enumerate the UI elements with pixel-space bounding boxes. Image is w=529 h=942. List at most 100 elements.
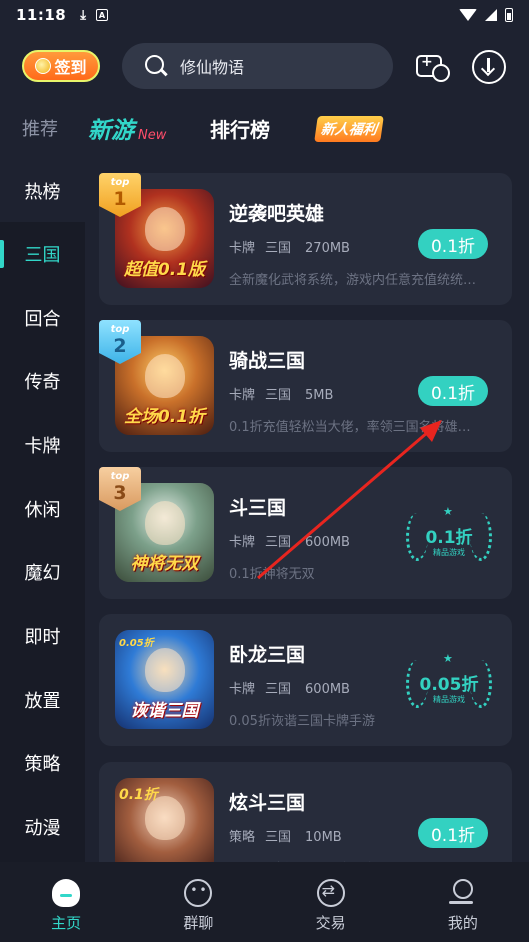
game-genre: 卡牌 — [229, 241, 256, 256]
star-icon: ★ — [443, 652, 453, 665]
sidenav-item-casual[interactable]: 休闲 — [0, 477, 85, 540]
sidenav-item-strategy[interactable]: 策略 — [0, 731, 85, 794]
cover-text: 诙谐三国 — [130, 701, 199, 721]
game-category: 三国 — [265, 388, 292, 403]
game-size: 10MB — [305, 830, 342, 845]
rank-badge-label: top — [110, 324, 130, 335]
discount-wreath-badge[interactable]: ★ 0.1折 精品游戏 — [404, 505, 494, 569]
wifi-icon — [459, 9, 477, 21]
search-text: 修仙物语 — [180, 58, 245, 77]
game-name: 骑战三国 — [229, 350, 306, 372]
clock-icon — [432, 64, 450, 82]
sidenav-item-hot[interactable]: 热榜 — [0, 159, 85, 222]
game-card[interactable]: 诙谐三国 0.05折 卧龙三国 卡牌 三国 600MB 0.05折诙谐三国卡牌手游 … — [99, 614, 512, 746]
game-category: 三国 — [265, 241, 292, 256]
game-category: 三国 — [265, 830, 292, 845]
game-card[interactable]: 超值0.1版 top 1 逆袭吧英雄 卡牌 三国 270MB 全新魔化武将系统，游戏… — [99, 173, 512, 305]
bottom-nav-trade[interactable]: 交易 — [265, 862, 397, 942]
sidenav-item-legend[interactable]: 传奇 — [0, 349, 85, 412]
signal-icon — [485, 9, 497, 21]
rank-badge-number: 3 — [113, 482, 127, 504]
game-genre: 卡牌 — [229, 388, 256, 403]
trade-icon — [316, 879, 345, 907]
game-meta: 卡牌 三国 5MB — [229, 384, 343, 403]
rank-badge-number: 1 — [113, 188, 127, 210]
app-notification-icon: A — [96, 9, 108, 21]
bottom-nav-label: 主页 — [51, 914, 82, 932]
game-card[interactable]: 全场0.1折 top 2 骑战三国 卡牌 三国 5MB 0.1折充值轻松当大佬，率领… — [99, 320, 512, 452]
bottom-nav: 主页 群聊 交易 我的 — [0, 862, 529, 942]
home-icon — [52, 879, 81, 907]
user-icon — [448, 879, 477, 907]
game-size: 600MB — [305, 535, 350, 550]
cover-text: 神将无双 — [130, 554, 199, 574]
search-bar[interactable]: 修仙物语 — [122, 43, 393, 89]
game-genre: 策略 — [229, 830, 256, 845]
game-history-button[interactable] — [416, 50, 450, 84]
game-name: 卧龙三国 — [229, 644, 306, 666]
category-tabs: 推荐 新游 New 排行榜 新人福利 — [0, 108, 529, 148]
header: 签到 修仙物语 — [0, 40, 529, 92]
game-name: 炫斗三国 — [229, 792, 306, 814]
sidenav-item-card[interactable]: 卡牌 — [0, 413, 85, 476]
game-category: 三国 — [265, 682, 292, 697]
rank-badge-label: top — [110, 177, 130, 188]
cover-character — [145, 207, 185, 251]
tab-new[interactable]: 新游 New — [88, 108, 166, 148]
bottom-nav-home[interactable]: 主页 — [0, 862, 132, 942]
status-bar: 11:18 ⤓ A — [0, 0, 529, 30]
tab-ranking[interactable]: 排行榜 — [210, 108, 270, 148]
checkin-button[interactable]: 签到 — [22, 50, 100, 82]
chat-icon — [184, 879, 213, 907]
sidenav-item-anime[interactable]: 动漫 — [0, 795, 85, 858]
rank-badge-number: 2 — [113, 335, 127, 357]
sidenav-item-realtime[interactable]: 即时 — [0, 604, 85, 667]
game-size: 600MB — [305, 682, 350, 697]
game-desc: 0.1折充值轻松当大佬，率领三国名将雄… — [229, 420, 471, 435]
sidenav-item-idle[interactable]: 放置 — [0, 668, 85, 731]
rank-badge: top 2 — [99, 320, 141, 364]
game-category: 三国 — [265, 535, 292, 550]
tab-recommend[interactable]: 推荐 — [22, 108, 58, 148]
download-icon[interactable] — [472, 50, 506, 84]
checkin-label: 签到 — [54, 58, 87, 77]
bottom-nav-label: 交易 — [315, 914, 346, 932]
game-name: 斗三国 — [229, 497, 287, 519]
cover-tag: 0.05折 — [119, 638, 154, 649]
cover-text: 超值0.1版 — [123, 260, 206, 280]
game-meta: 策略 三国 10MB — [229, 826, 352, 845]
coin-icon — [35, 58, 52, 74]
battery-icon — [505, 8, 513, 22]
sidenav-item-turn-based[interactable]: 回合 — [0, 286, 85, 349]
side-nav: 热榜 三国 回合 传奇 卡牌 休闲 魔幻 即时 放置 策略 动漫 — [0, 159, 85, 862]
tab-newcomer-gift[interactable]: 新人福利 — [314, 116, 384, 142]
discount-badge[interactable]: 0.1折 — [418, 229, 488, 259]
game-card[interactable]: 神将无双 top 3 斗三国 卡牌 三国 600MB 0.1折神将无双 ★ 0.1折… — [99, 467, 512, 599]
cover-character — [145, 354, 185, 398]
discount-value: 0.1折 — [425, 528, 473, 548]
game-name: 逆袭吧英雄 — [229, 203, 325, 225]
rank-badge: top 3 — [99, 467, 141, 511]
game-genre: 卡牌 — [229, 682, 256, 697]
discount-badge[interactable]: 0.1折 — [418, 376, 488, 406]
game-genre: 卡牌 — [229, 535, 256, 550]
game-size: 5MB — [305, 388, 334, 403]
bottom-nav-label: 群聊 — [183, 914, 214, 932]
search-icon — [144, 54, 168, 78]
tab-new-label: 新游 — [88, 118, 134, 144]
rank-badge-label: top — [110, 471, 130, 482]
download-notification-icon: ⤓ — [80, 7, 86, 23]
game-size: 270MB — [305, 241, 350, 256]
bottom-nav-profile[interactable]: 我的 — [397, 862, 529, 942]
cover-character — [145, 648, 185, 692]
star-icon: ★ — [443, 505, 453, 518]
sidenav-item-three-kingdoms[interactable]: 三国 — [0, 222, 85, 285]
bottom-nav-group-chat[interactable]: 群聊 — [132, 862, 264, 942]
sidenav-item-fantasy[interactable]: 魔幻 — [0, 540, 85, 603]
cover-tag: 0.1折 — [119, 787, 158, 803]
cover-character — [145, 501, 185, 545]
discount-wreath-badge[interactable]: ★ 0.05折 精品游戏 — [404, 652, 494, 716]
game-meta: 卡牌 三国 600MB — [229, 531, 360, 550]
game-meta: 卡牌 三国 600MB — [229, 678, 360, 697]
discount-badge[interactable]: 0.1折 — [418, 818, 488, 848]
